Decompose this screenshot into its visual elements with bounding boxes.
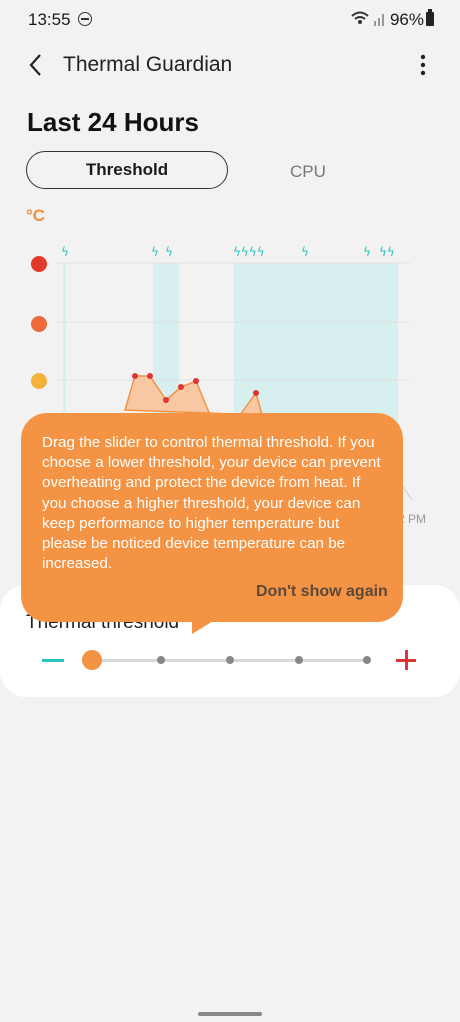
charging-bolt-icon: ϟ [301,245,309,259]
app-bar: Thermal Guardian [0,40,460,90]
app-title: Thermal Guardian [63,53,233,76]
slider-tick [295,656,303,664]
data-point [132,373,138,379]
do-not-disturb-icon [78,12,92,26]
charging-bolt-icon: ϟϟ [379,245,395,259]
charging-bolt-icon: ϟϟϟϟ [233,245,265,259]
wifi-signal-icon [351,11,384,26]
status-bar: 13:55 96% [0,0,460,40]
status-time: 13:55 [28,10,71,29]
home-indicator[interactable] [198,1012,262,1016]
battery-percentage: 96% [389,10,424,29]
slider-tick [157,656,165,664]
charging-bolt-icon: ϟ [363,245,371,259]
chart-unit: °C [26,206,46,225]
tooltip-text: Drag the slider to control thermal thres… [42,434,381,573]
slider-tick [363,656,371,664]
hot-face-icon [31,256,47,272]
threshold-slider-knob[interactable] [82,650,102,670]
back-arrow-icon[interactable] [22,50,52,80]
decrease-button[interactable] [42,659,64,662]
page-heading: Last 24 Hours [27,107,199,137]
dont-show-again-button[interactable]: Don't show again [256,583,388,601]
battery-icon [426,9,434,26]
mild-face-icon [31,373,47,389]
tooltip-arrow [192,618,218,634]
slider-tick [226,656,234,664]
increase-button-vertical[interactable] [405,650,408,670]
charging-bolt-icon: ϟ [151,245,159,259]
warm-face-icon [31,316,47,332]
data-point [178,384,184,390]
data-point [193,378,199,384]
more-options-icon[interactable] [410,52,436,78]
data-point [163,397,169,403]
charging-bolt-icon: ϟ [61,245,69,259]
charging-bolt-icon: ϟ [165,245,173,259]
data-point [147,373,153,379]
tab-threshold[interactable]: Threshold [26,151,228,189]
tab-cpu[interactable]: CPU [290,162,326,182]
data-point [253,390,259,396]
